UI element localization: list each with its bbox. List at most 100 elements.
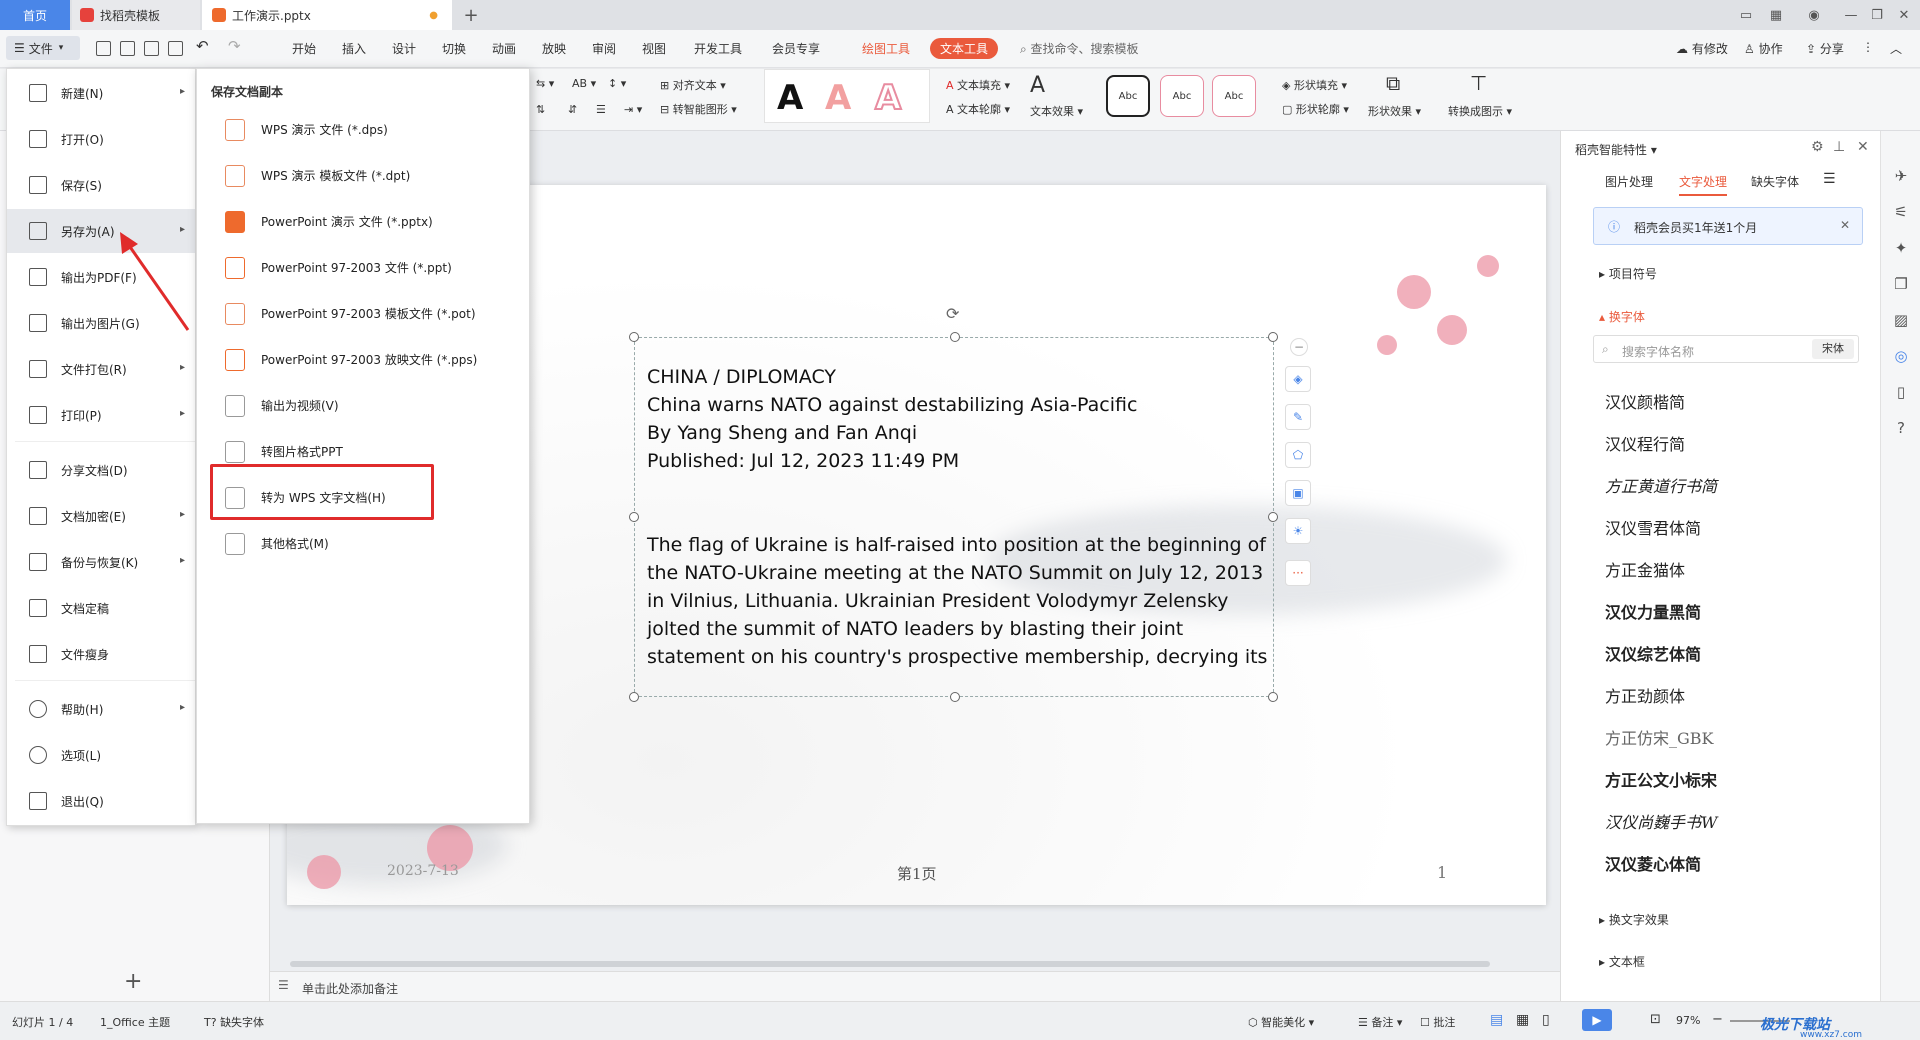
command-search[interactable]: ⌕ 查找命令、搜索模板 xyxy=(1020,40,1139,57)
font-option[interactable]: 汉仪程行简 xyxy=(1605,431,1685,455)
restore-icon[interactable]: ❐ xyxy=(1866,4,1888,26)
shape-outline-button[interactable]: ▢ 形状轮廓 ▾ xyxy=(1282,101,1349,117)
menu-slideshow[interactable]: 放映 xyxy=(542,40,566,57)
menu-design[interactable]: 设计 xyxy=(392,40,416,57)
panel-menu-icon[interactable]: ☰ xyxy=(1823,171,1836,187)
font-search-input[interactable]: ⌕ 搜索字体名称 宋体 xyxy=(1593,335,1859,363)
print-icon[interactable] xyxy=(144,41,159,56)
save-ppt[interactable]: PowerPoint 97-2003 文件 (*.ppt) xyxy=(197,245,529,289)
beautify-button[interactable]: ⬡ 智能美化 ▾ xyxy=(1248,1014,1314,1030)
more-icon[interactable]: ⋮ xyxy=(1862,40,1874,54)
save-pps[interactable]: PowerPoint 97-2003 放映文件 (*.pps) xyxy=(197,337,529,381)
save-dpt[interactable]: WPS 演示 模板文件 (*.dpt) xyxy=(197,153,529,197)
rocket-icon[interactable]: ✈ xyxy=(1892,167,1910,185)
help-icon[interactable]: ? xyxy=(1892,419,1910,437)
font-option[interactable]: 方正黄道行书简 xyxy=(1605,473,1717,497)
promo-banner[interactable]: ⓘ 稻壳会员买1年送1个月 ✕ xyxy=(1593,207,1863,245)
font-option[interactable]: 汉仪菱心体简 xyxy=(1605,851,1701,875)
text-box[interactable]: CHINA / DIPLOMACY China warns NATO again… xyxy=(629,304,1278,702)
menu-drawing-tool[interactable]: 绘图工具 xyxy=(862,40,910,57)
play-icon[interactable]: ▶ xyxy=(1582,1009,1612,1031)
close-icon[interactable]: ✕ xyxy=(1893,4,1915,26)
shape-fill-button[interactable]: ◈ 形状填充 ▾ xyxy=(1282,77,1347,93)
file-menu-button[interactable]: ☰ 文件 ▾ xyxy=(6,36,80,60)
notes-bar[interactable]: ☰ 单击此处添加备注 xyxy=(270,971,1560,1001)
list-icon[interactable]: ☰ xyxy=(596,103,606,116)
horizontal-scrollbar[interactable] xyxy=(290,961,1490,967)
theme-name[interactable]: 1_Office 主题 xyxy=(100,1014,170,1030)
menu-review[interactable]: 审阅 xyxy=(592,40,616,57)
text-fill-button[interactable]: A 文本填充 ▾ xyxy=(946,77,1010,93)
export-video[interactable]: 输出为视频(V) xyxy=(197,383,529,427)
font-option[interactable]: 方正公文小标宋 xyxy=(1605,767,1717,791)
text-effect-button[interactable]: 文本效果 ▾ xyxy=(1030,103,1083,119)
panel-tab-missing-font[interactable]: 缺失字体 xyxy=(1751,173,1799,190)
redo-icon[interactable]: ↷ xyxy=(228,37,241,55)
close-banner-icon[interactable]: ✕ xyxy=(1840,218,1850,232)
shape-effect-button[interactable]: 形状效果 ▾ xyxy=(1368,103,1421,119)
preview-icon[interactable] xyxy=(168,41,183,56)
file-menu-exit[interactable]: 退出(Q) xyxy=(7,779,195,823)
menu-animation[interactable]: 动画 xyxy=(492,40,516,57)
convert-graphic-icon[interactable]: ⊤ xyxy=(1470,71,1487,95)
section-text-effect[interactable]: ▸ 换文字效果 xyxy=(1599,911,1669,928)
indent-icon[interactable]: ⇥ ▾ xyxy=(624,103,642,116)
panel-header[interactable]: 稻壳智能特性 ▾ xyxy=(1575,141,1657,158)
close-panel-icon[interactable]: ✕ xyxy=(1857,139,1869,155)
text-style-pink-a[interactable]: A xyxy=(825,78,851,118)
shape-style-2[interactable]: Abc xyxy=(1160,75,1204,117)
shape-style-1[interactable]: Abc xyxy=(1106,75,1150,117)
save-pptx[interactable]: PowerPoint 演示 文件 (*.pptx) xyxy=(197,199,529,243)
font-size-aa-icon[interactable]: AB ▾ xyxy=(572,77,596,90)
normal-view-icon[interactable]: ▤ xyxy=(1490,1012,1503,1028)
apps-grid-icon[interactable]: ▦ xyxy=(1765,4,1787,26)
resize-handle[interactable] xyxy=(629,692,639,702)
book-icon[interactable]: ▯ xyxy=(1892,383,1910,401)
panel-tab-image[interactable]: 图片处理 xyxy=(1605,173,1653,190)
modified-status[interactable]: ☁ 有修改 xyxy=(1676,40,1728,57)
text-outline-button[interactable]: A 文本轮廓 ▾ xyxy=(946,101,1010,117)
para-spacing-icon[interactable]: ⇵ xyxy=(568,103,577,116)
notes-toggle[interactable]: ☰ 备注 ▾ xyxy=(1358,1014,1402,1030)
section-textbox[interactable]: ▸ 文本框 xyxy=(1599,953,1645,970)
file-menu-share[interactable]: 分享文档(D) xyxy=(7,448,195,492)
menu-view[interactable]: 视图 xyxy=(642,40,666,57)
file-menu-package[interactable]: 文件打包(R) ▸ xyxy=(7,347,195,391)
rotate-handle-icon[interactable]: ⟳ xyxy=(946,304,959,323)
shape-effect-icon[interactable]: ⧉ xyxy=(1386,71,1400,95)
resize-handle[interactable] xyxy=(1268,512,1278,522)
file-menu-open[interactable]: 打开(O) xyxy=(7,117,195,161)
font-option[interactable]: 汉仪颜楷简 xyxy=(1605,389,1685,413)
layout-icon[interactable]: ▭ xyxy=(1735,4,1757,26)
text-style-outline-a[interactable]: A xyxy=(874,77,902,119)
crop-icon[interactable]: ▣ xyxy=(1285,480,1311,506)
fit-icon[interactable]: ⊡ xyxy=(1650,1012,1661,1027)
file-menu-save[interactable]: 保存(S) xyxy=(7,163,195,207)
resize-handle[interactable] xyxy=(950,692,960,702)
section-font[interactable]: ▴ 换字体 xyxy=(1599,308,1645,325)
avatar[interactable]: ◉ xyxy=(1803,4,1825,26)
shape-style-3[interactable]: Abc xyxy=(1212,75,1256,117)
line-spacing-icon[interactable]: ↕ ▾ xyxy=(608,77,626,90)
missing-font-button[interactable]: T? 缺失字体 xyxy=(204,1014,264,1030)
columns-icon[interactable]: ⇅ xyxy=(536,103,545,116)
idea-icon[interactable]: ☀ xyxy=(1285,518,1311,544)
menu-text-tool[interactable]: 文本工具 xyxy=(930,38,999,59)
save-dps[interactable]: WPS 演示 文件 (*.dps) xyxy=(197,107,529,151)
share-button[interactable]: ⇪ 分享 xyxy=(1806,40,1844,57)
collapse-ribbon-icon[interactable]: ︿ xyxy=(1890,40,1902,57)
font-option[interactable]: 汉仪综艺体简 xyxy=(1605,641,1701,665)
resize-handle[interactable] xyxy=(950,332,960,342)
font-option[interactable]: 汉仪力量黑简 xyxy=(1605,599,1701,623)
more-options-icon[interactable]: ··· xyxy=(1285,560,1311,586)
shape-icon[interactable]: ⬠ xyxy=(1285,442,1311,468)
smart-shape-button[interactable]: ⊟ 转智能图形 ▾ xyxy=(660,101,737,117)
collab-button[interactable]: ♙ 协作 xyxy=(1744,40,1783,57)
menu-devtools[interactable]: 开发工具 xyxy=(694,40,742,57)
settings-icon[interactable]: ⚙ xyxy=(1811,139,1824,155)
undo-icon[interactable]: ↶ xyxy=(196,37,209,55)
font-option[interactable]: 汉仪尚巍手书W xyxy=(1605,809,1717,833)
text-direction-icon[interactable]: ⇆ ▾ xyxy=(536,77,554,90)
file-menu-new[interactable]: 新建(N) ▸ xyxy=(7,71,195,115)
sliders-icon[interactable]: ⚟ xyxy=(1892,203,1910,221)
